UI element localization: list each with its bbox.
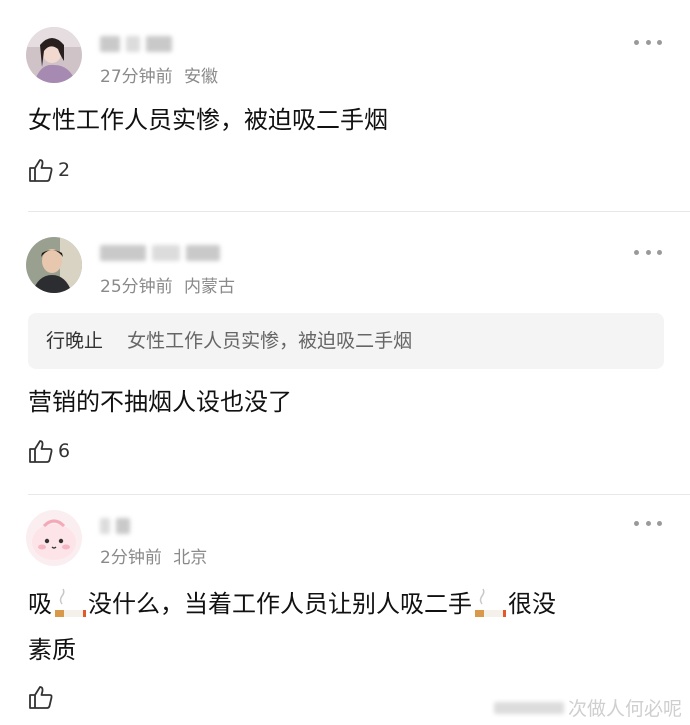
comment-time: 25分钟前	[100, 277, 173, 297]
like-button[interactable]: 6	[28, 438, 70, 464]
more-dots-icon[interactable]	[634, 518, 662, 528]
user-avatar[interactable]	[26, 510, 82, 566]
user-avatar[interactable]	[26, 237, 82, 293]
thumbs-up-icon	[29, 159, 53, 182]
watermark: 次做人何必呢	[493, 694, 682, 721]
like-button[interactable]	[28, 684, 54, 710]
username-blurred[interactable]	[100, 515, 130, 537]
comment-meta: 25分钟前 内蒙古	[100, 272, 235, 297]
cigarette-emoji-icon	[473, 588, 507, 622]
comment-text-part: 没什么，当着工作人员让别人吸二手	[88, 590, 472, 618]
comment-1: 27分钟前 安徽 女性工作人员实惨，被迫吸二手烟 2	[0, 0, 690, 212]
quote-text: 女性工作人员实惨，被迫吸二手烟	[127, 330, 413, 352]
comment-time: 2分钟前	[100, 548, 162, 568]
like-button[interactable]: 2	[28, 157, 70, 183]
comment-meta: 2分钟前 北京	[100, 543, 207, 568]
watermark-text: 次做人何必呢	[567, 698, 682, 720]
username-blurred[interactable]	[100, 242, 220, 264]
comment-meta: 27分钟前 安徽	[100, 62, 218, 87]
thumbs-up-icon	[29, 686, 53, 709]
comment-text: 营销的不抽烟人设也没了	[28, 388, 292, 416]
comment-time: 27分钟前	[100, 67, 173, 87]
more-dots-icon[interactable]	[634, 247, 662, 257]
comment-text-part: 很没	[508, 590, 556, 618]
quote-author[interactable]: 行晚止	[46, 330, 103, 352]
comment-location: 北京	[173, 548, 208, 568]
comment-3: 2分钟前 北京 吸 没什么，当着工作人员让别人吸二手 很没 素质	[0, 495, 690, 725]
like-count: 6	[58, 440, 71, 462]
like-count: 2	[58, 159, 71, 181]
thumbs-up-icon	[29, 440, 53, 463]
comment-2: 25分钟前 内蒙古 行晚止 女性工作人员实惨，被迫吸二手烟 营销的不抽烟人设也没…	[0, 212, 690, 495]
username-blurred[interactable]	[100, 33, 172, 55]
quoted-reply[interactable]: 行晚止 女性工作人员实惨，被迫吸二手烟	[28, 313, 664, 369]
more-dots-icon[interactable]	[634, 37, 662, 47]
comment-text-part: 素质	[28, 636, 76, 664]
comment-location: 安徽	[184, 67, 219, 87]
comment-text: 吸 没什么，当着工作人员让别人吸二手 很没 素质	[28, 581, 660, 673]
comment-location: 内蒙古	[184, 277, 236, 297]
user-avatar[interactable]	[26, 27, 82, 83]
comment-text: 女性工作人员实惨，被迫吸二手烟	[28, 106, 388, 134]
cigarette-emoji-icon	[53, 588, 87, 622]
comment-text-part: 吸	[28, 590, 52, 618]
